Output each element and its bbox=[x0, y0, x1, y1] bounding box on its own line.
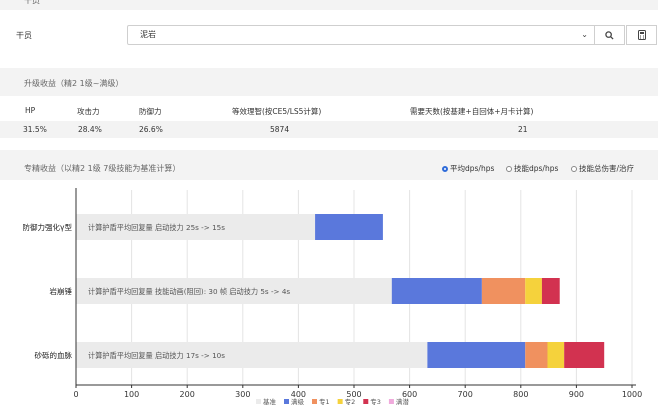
legend-swatch-manji bbox=[284, 399, 289, 404]
bar-segment-manji bbox=[391, 278, 482, 304]
legend-label: 专1 bbox=[319, 397, 330, 406]
bar-segment-manji bbox=[315, 214, 383, 240]
legend-swatch-full bbox=[388, 399, 394, 404]
bar-annotation: 计算护盾平均回复量 技能动画(阻回): 30 帧 启动技力 5s -> 4s bbox=[88, 287, 290, 296]
x-tick-label: 100 bbox=[124, 390, 139, 399]
mastery-bar-chart: 计算护盾平均回复量 启动技力 25s -> 15s 防御力强化γ型计算护盾平均回复… bbox=[23, 188, 642, 406]
x-tick-label: 200 bbox=[180, 390, 195, 399]
category-label: 岩崩锤 bbox=[50, 286, 73, 296]
category-label: 砂砾的血脉 bbox=[35, 350, 73, 360]
bar-segment-manji bbox=[427, 342, 526, 368]
legend-label: 基准 bbox=[263, 397, 277, 406]
legend-label: 专2 bbox=[345, 397, 356, 406]
bar-segment-m2 bbox=[547, 342, 565, 368]
x-tick-label: 800 bbox=[513, 390, 528, 399]
bar-annotation: 计算护盾平均回复量 启动技力 17s -> 10s bbox=[88, 351, 225, 360]
legend-swatch-m1 bbox=[312, 399, 317, 404]
legend-swatch-m2 bbox=[337, 399, 343, 404]
legend-label: 专3 bbox=[370, 397, 381, 406]
bar-annotation: 计算护盾平均回复量 启动技力 25s -> 15s bbox=[88, 223, 225, 232]
bar-segment-m1 bbox=[481, 278, 526, 304]
x-tick-label: 300 bbox=[235, 390, 250, 399]
legend-label: 满潜 bbox=[396, 397, 410, 406]
x-tick-label: 0 bbox=[73, 390, 78, 399]
bar-segment-m2 bbox=[525, 278, 542, 304]
legend-label: 满级 bbox=[291, 397, 305, 406]
legend-swatch-base bbox=[256, 399, 261, 404]
x-tick-label: 900 bbox=[569, 390, 584, 399]
category-label: 防御力强化γ型 bbox=[23, 222, 73, 232]
x-tick-label: 700 bbox=[458, 390, 473, 399]
x-tick-label: 1000 bbox=[622, 390, 642, 399]
bar-segment-m1 bbox=[525, 342, 548, 368]
bar-segment-m3 bbox=[541, 278, 560, 304]
bar-segment-m3 bbox=[564, 342, 605, 368]
legend-swatch-m3 bbox=[363, 399, 369, 404]
